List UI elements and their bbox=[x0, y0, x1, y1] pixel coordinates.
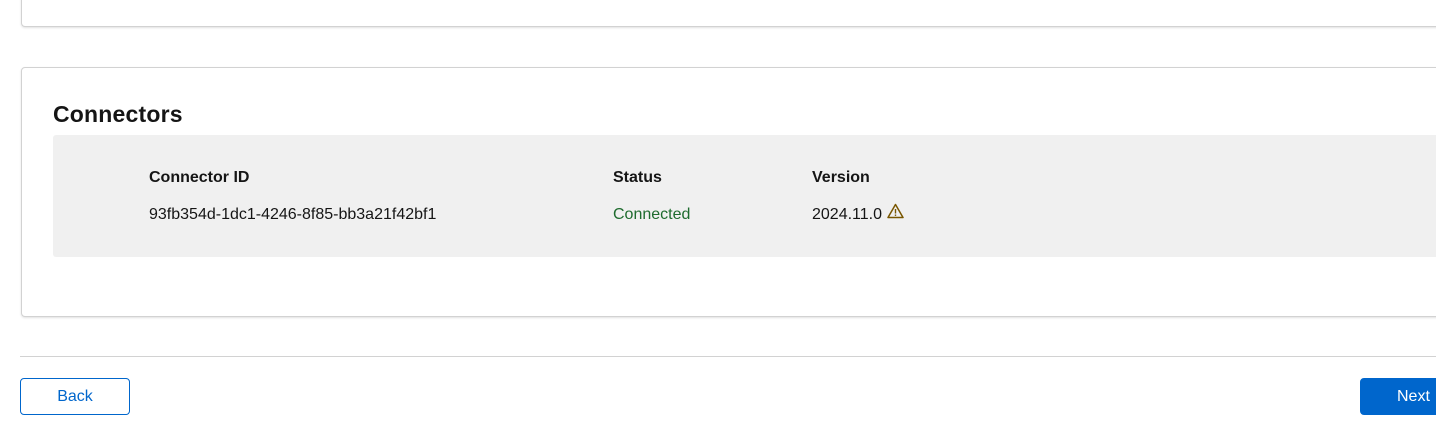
back-button[interactable]: Back bbox=[20, 378, 130, 415]
column-header-connector-id: Connector ID bbox=[149, 169, 250, 186]
previous-card bbox=[21, 0, 1436, 27]
version-text: 2024.11.0 bbox=[812, 206, 882, 224]
connectors-title: Connectors bbox=[53, 101, 183, 127]
connector-version-cell: 2024.11.0 bbox=[812, 203, 904, 224]
column-header-version: Version bbox=[812, 169, 870, 186]
column-header-status: Status bbox=[613, 169, 662, 186]
connectors-card: Connectors Connector ID Status Version 9… bbox=[21, 67, 1436, 317]
connector-status-cell: Connected bbox=[613, 206, 691, 223]
connectors-table: Connector ID Status Version 93fb354d-1dc… bbox=[53, 135, 1436, 257]
connector-id-cell: 93fb354d-1dc1-4246-8f85-bb3a21f42bf1 bbox=[149, 206, 437, 223]
footer-divider bbox=[20, 356, 1436, 357]
warning-icon[interactable] bbox=[887, 203, 904, 224]
next-button[interactable]: Next bbox=[1360, 378, 1436, 415]
